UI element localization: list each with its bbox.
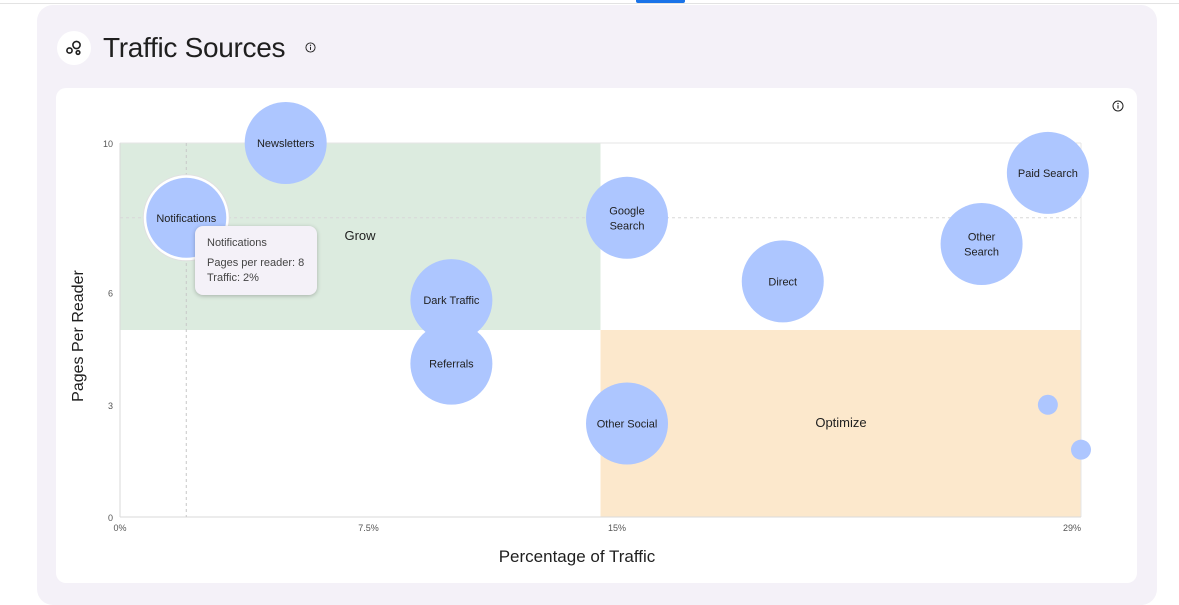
y-tick-label: 3 <box>108 401 113 411</box>
bubble-label-other-search: Search <box>964 246 999 258</box>
x-tick-label: 0% <box>113 523 126 533</box>
bubble-label-referrals: Referrals <box>429 359 474 371</box>
x-tick-label: 7.5% <box>358 523 379 533</box>
traffic-bubble-chart: Grow Optimize 0 3 6 10 0% 7.5% 15% 29% Newsletters… <box>103 102 1091 533</box>
zone-label-optimize: Optimize <box>815 415 866 430</box>
bubble-unlabeled-10[interactable] <box>1071 439 1091 460</box>
bubble-google-search[interactable] <box>586 176 669 259</box>
bubble-label-paid-search: Paid Search <box>1018 168 1078 180</box>
tooltip-pages-per-reader: Pages per reader: 8 <box>207 257 305 269</box>
bubble-label-notifications: Notifications <box>156 213 216 225</box>
y-tick-label: 0 <box>108 513 113 523</box>
y-tick-label: 6 <box>108 289 113 299</box>
bubble-label-google-search: Google <box>609 205 644 217</box>
tooltip-traffic: Traffic: 2% <box>207 272 259 284</box>
tooltip-title: Notifications <box>207 237 267 249</box>
x-tick-label: 29% <box>1063 523 1081 533</box>
y-tick-label: 10 <box>103 139 113 149</box>
bubble-label-other-search: Other <box>968 231 996 243</box>
zone-label-grow: Grow <box>344 228 376 243</box>
bubble-label-direct: Direct <box>768 276 797 288</box>
bubble-other-search[interactable] <box>940 202 1023 285</box>
bubble-label-newsletters: Newsletters <box>257 138 315 150</box>
x-axis-label: Percentage of Traffic <box>498 547 656 566</box>
bubble-label-google-search: Search <box>610 220 645 232</box>
x-tick-label: 15% <box>608 523 626 533</box>
bubble-unlabeled-9[interactable] <box>1037 394 1058 415</box>
y-axis-label: Pages Per Reader <box>70 270 87 402</box>
bubble-label-dark-traffic: Dark Traffic <box>423 295 480 307</box>
bubble-label-other-social: Other Social <box>597 419 658 431</box>
hover-tooltip: Notifications Pages per reader: 8 Traffi… <box>195 226 317 295</box>
